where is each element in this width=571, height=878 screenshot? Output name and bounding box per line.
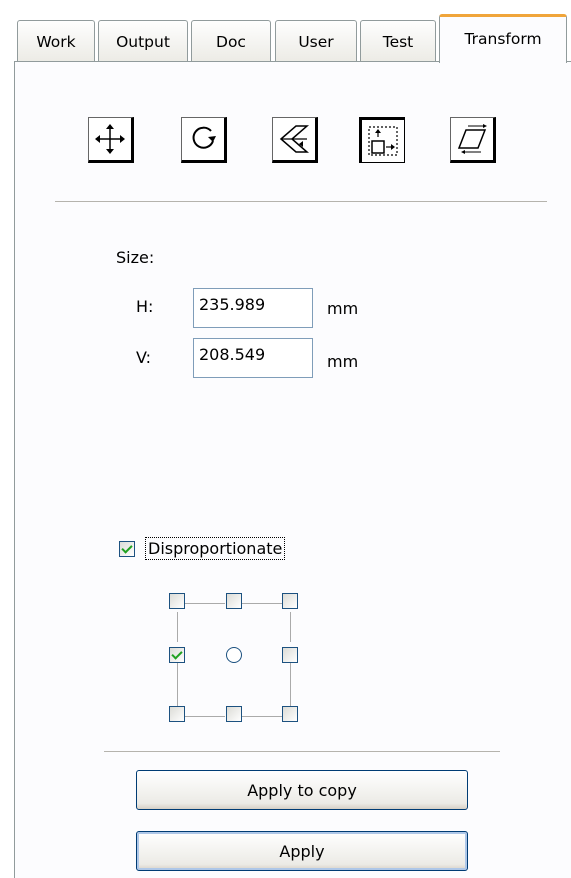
- apply-button[interactable]: Apply: [136, 831, 468, 871]
- width-field[interactable]: [193, 288, 313, 328]
- anchor-connector: [242, 716, 282, 717]
- move-tool-button[interactable]: [88, 117, 134, 163]
- mirror-icon: [279, 125, 310, 153]
- anchor-connector: [185, 603, 225, 604]
- tab-transform[interactable]: Transform: [439, 14, 567, 63]
- tab-doc[interactable]: Doc: [191, 20, 271, 62]
- mirror-tool-button[interactable]: [272, 117, 318, 163]
- anchor-connector: [185, 716, 225, 717]
- scale-tool-button[interactable]: [359, 117, 405, 163]
- scale-icon: [368, 126, 398, 156]
- anchor-connector: [290, 612, 291, 642]
- anchor-top-center[interactable]: [226, 593, 242, 609]
- disproportionate-label[interactable]: Disproportionate: [145, 537, 286, 560]
- buttons-separator: [104, 751, 500, 752]
- tab-test[interactable]: Test: [360, 20, 436, 62]
- h-label: H:: [136, 297, 154, 316]
- apply-to-copy-button[interactable]: Apply to copy: [136, 770, 468, 810]
- anchor-bottom-right[interactable]: [282, 706, 298, 722]
- size-label: Size:: [116, 248, 155, 267]
- height-field[interactable]: [193, 338, 313, 378]
- rotate-tool-button[interactable]: [181, 117, 227, 163]
- anchor-connector: [177, 612, 178, 642]
- anchor-connector: [290, 662, 291, 707]
- anchor-middle-left[interactable]: [169, 647, 185, 663]
- tab-output[interactable]: Output: [98, 20, 188, 62]
- disproportionate-checkbox[interactable]: [119, 541, 135, 557]
- anchor-top-right[interactable]: [282, 593, 298, 609]
- anchor-center[interactable]: [226, 647, 242, 663]
- skew-tool-button[interactable]: [450, 117, 496, 163]
- transform-panel: [14, 61, 571, 878]
- v-label: V:: [136, 348, 152, 367]
- v-unit: mm: [327, 352, 359, 371]
- anchor-connector: [242, 603, 282, 604]
- anchor-middle-right[interactable]: [282, 647, 298, 663]
- h-unit: mm: [327, 299, 359, 318]
- tab-user[interactable]: User: [275, 20, 357, 62]
- anchor-top-left[interactable]: [169, 593, 185, 609]
- anchor-connector: [177, 662, 178, 707]
- anchor-bottom-center[interactable]: [226, 706, 242, 722]
- toolbar-separator: [55, 201, 547, 202]
- move-icon: [95, 124, 125, 154]
- anchor-bottom-left[interactable]: [169, 706, 185, 722]
- rotate-icon: [192, 126, 216, 149]
- skew-icon: [457, 124, 487, 154]
- tab-work[interactable]: Work: [17, 20, 95, 62]
